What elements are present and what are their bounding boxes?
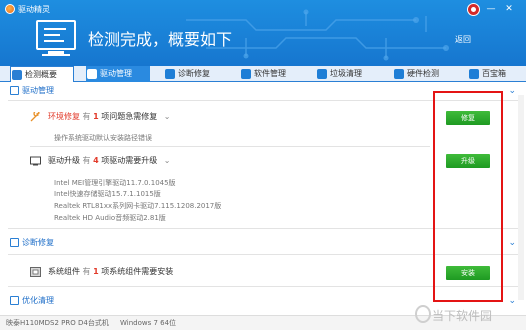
monitor-check-icon	[36, 20, 76, 50]
watermark: 当下软件园	[432, 309, 493, 323]
watermark-logo-icon	[415, 305, 431, 323]
close-button[interactable]: ✕	[503, 3, 515, 15]
env-fix-row: 环境修复 有 1 项问题急需修复 ⌄	[30, 110, 390, 124]
minimize-button[interactable]: —	[485, 3, 497, 15]
component-icon	[30, 267, 41, 277]
monitor-icon	[12, 70, 22, 80]
chevron-down-icon[interactable]: ⌄	[508, 292, 516, 310]
system-component-label: 系统组件	[48, 267, 80, 276]
driver-item: Intel快速存储驱动15.7.1.1015版	[54, 190, 161, 198]
tab-diagnose-repair[interactable]: 诊断修复	[164, 66, 228, 82]
driver-item: Realtek RTL81xx系列网卡驱动7.115.1208.2017版	[54, 202, 222, 210]
software-icon	[241, 69, 251, 79]
motherboard-info: 映泰H110MDS2 PRO D4台式机	[6, 319, 109, 327]
back-link[interactable]: 返回	[455, 34, 471, 45]
gear-icon	[87, 69, 97, 79]
system-component-count: 1	[93, 267, 99, 276]
tab-driver-management[interactable]: 驱动管理	[86, 66, 150, 82]
stethoscope-icon	[10, 238, 19, 247]
tab-software-management[interactable]: 软件管理	[240, 66, 304, 82]
app-title: 驱动精灵	[18, 5, 50, 14]
highlight-annotation-box	[433, 91, 503, 302]
os-info: Windows 7 64位	[120, 319, 177, 327]
chevron-down-icon[interactable]: ⌄	[508, 82, 516, 100]
chevron-down-icon[interactable]: ⌄	[164, 112, 171, 121]
app-logo-icon	[5, 4, 15, 14]
wrench-icon	[30, 112, 40, 122]
broom-icon	[10, 296, 19, 305]
hardware-icon	[394, 69, 404, 79]
system-component-row: 系统组件 有 1 项系统组件需要安装	[30, 265, 390, 279]
chevron-down-icon[interactable]: ⌄	[164, 156, 171, 165]
driver-upgrade-count: 4	[93, 156, 99, 165]
tab-toolbox[interactable]: 百宝箱	[468, 66, 524, 82]
gear-icon	[10, 86, 19, 95]
toolbox-icon	[469, 69, 479, 79]
broom-icon	[317, 69, 327, 79]
env-fix-count: 1	[93, 112, 99, 121]
env-fix-label: 环境修复	[48, 112, 80, 121]
user-avatar-icon[interactable]	[467, 3, 480, 16]
driver-item: Intel MEI管理引擎驱动11.7.0.1045版	[54, 179, 176, 187]
tab-hardware-detection[interactable]: 硬件检测	[393, 66, 457, 82]
page-title: 检测完成，概要如下	[88, 30, 233, 49]
tab-junk-cleanup[interactable]: 垃圾清理	[316, 66, 380, 82]
chevron-down-icon[interactable]: ⌄	[508, 234, 516, 252]
main-tab-bar: 检测概要 驱动管理 诊断修复 软件管理 垃圾清理 硬件检测 百宝箱	[0, 66, 526, 83]
header-banner: 驱动精灵 — ✕ 检测完成，概要如下 返回	[0, 0, 526, 66]
stethoscope-icon	[165, 69, 175, 79]
driver-item: Realtek HD Audio音频驱动2.81版	[54, 214, 166, 222]
scrollbar[interactable]	[518, 95, 524, 300]
tab-overview[interactable]: 检测概要	[10, 66, 74, 83]
driver-upgrade-row: 驱动升级 有 4 项驱动需要升级 ⌄	[30, 154, 390, 168]
env-fix-description: 操作系统驱动默认安装路径错误	[54, 134, 152, 142]
driver-upgrade-icon	[30, 156, 41, 166]
driver-upgrade-label: 驱动升级	[48, 156, 80, 165]
